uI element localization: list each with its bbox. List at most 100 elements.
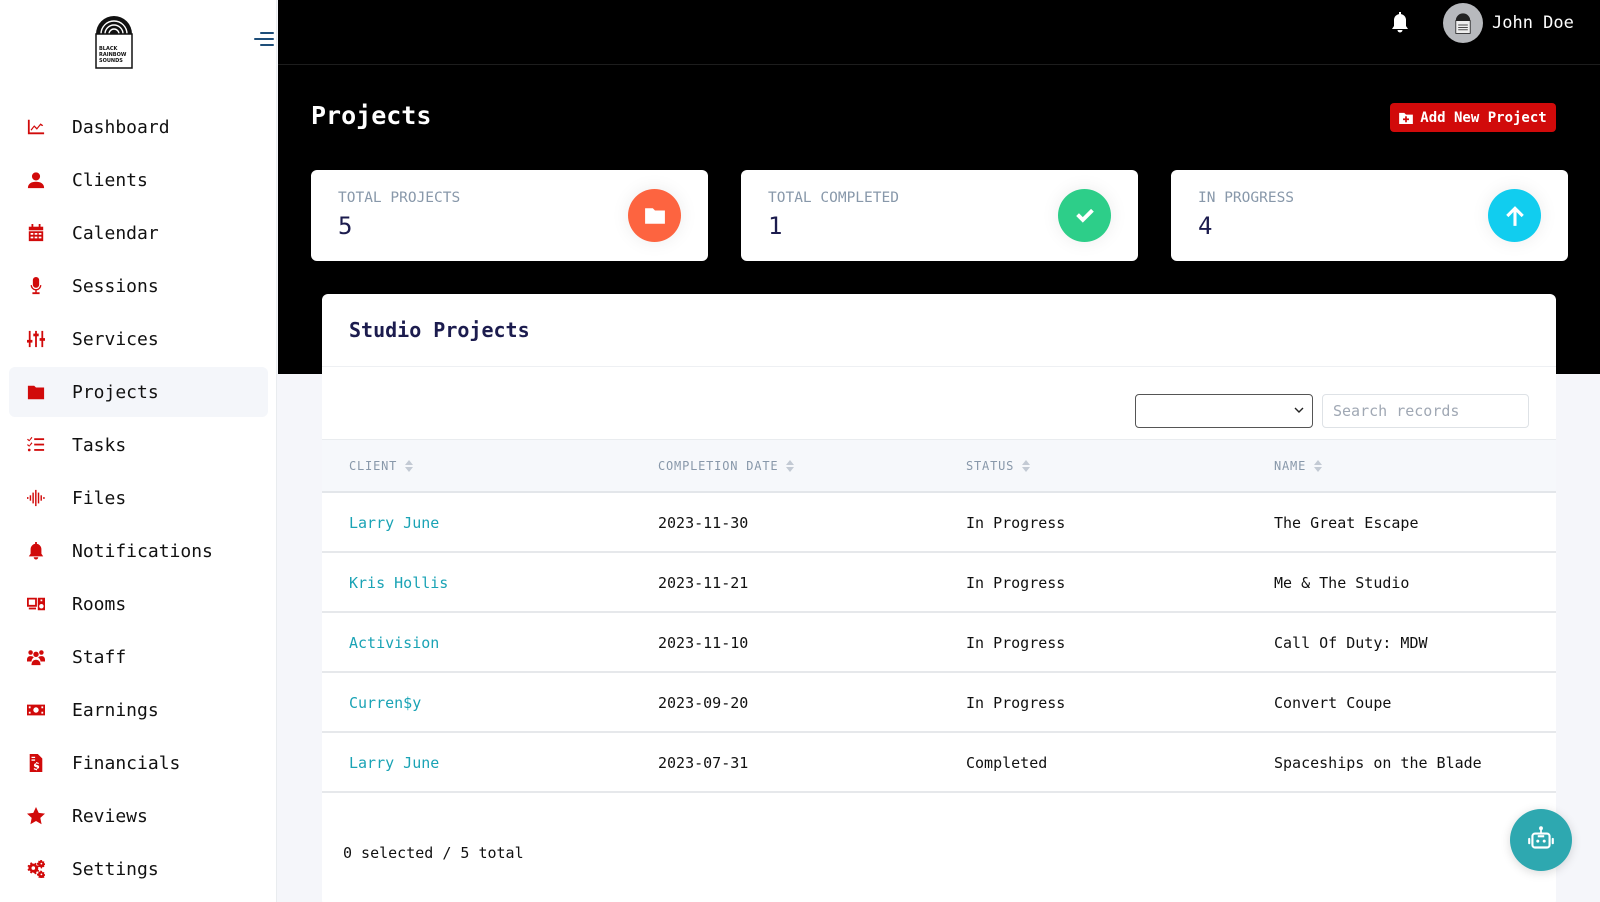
sidebar-item-label: Notifications (72, 540, 213, 562)
table-row[interactable]: Larry June 2023-07-31 Completed Spaceshi… (322, 733, 1556, 793)
stat-value: 1 (768, 212, 783, 240)
status-cell: Completed (966, 754, 1048, 772)
client-link[interactable]: Activision (349, 634, 439, 652)
checklist-icon (26, 435, 46, 455)
logo-line: SOUNDS (99, 58, 123, 64)
stat-card-in-progress: IN PROGRESS 4 (1171, 170, 1568, 261)
table-row[interactable]: Kris Hollis 2023-11-21 In Progress Me & … (322, 553, 1556, 613)
project-name-cell: Spaceships on the Blade (1274, 754, 1482, 772)
stat-label: IN PROGRESS (1198, 190, 1295, 206)
table-row[interactable]: Activision 2023-11-10 In Progress Call O… (322, 613, 1556, 673)
sidebar-item-notifications[interactable]: Notifications (9, 526, 268, 576)
sort-icon (1314, 460, 1323, 472)
bell-icon (26, 541, 46, 561)
arrow-up-icon (1488, 189, 1541, 242)
sidebar-item-label: Dashboard (72, 116, 170, 138)
add-new-project-button[interactable]: Add New Project (1390, 103, 1556, 132)
stat-value: 5 (338, 212, 353, 240)
sidebar-item-label: Financials (72, 752, 181, 774)
column-header-label: COMPLETION DATE (658, 459, 779, 473)
folder-icon (26, 382, 46, 402)
client-link[interactable]: Kris Hollis (349, 574, 448, 592)
page-title: Projects (311, 101, 432, 130)
status-cell: In Progress (966, 514, 1066, 532)
sidebar-item-calendar[interactable]: Calendar (9, 208, 268, 258)
status-cell: In Progress (966, 694, 1066, 712)
client-link[interactable]: Curren$y (349, 694, 421, 712)
sidebar-item-label: Services (72, 328, 159, 350)
sidebar-item-services[interactable]: Services (9, 314, 268, 364)
stat-card-total-completed: TOTAL COMPLETED 1 (741, 170, 1138, 261)
sidebar: BLACK RAINBOW SOUNDS Dashboard Clients C… (0, 0, 277, 902)
column-header-label: STATUS (966, 459, 1015, 473)
completion-date-cell: 2023-11-21 (658, 574, 749, 592)
column-header-client[interactable]: CLIENT (349, 459, 414, 473)
table-header: CLIENT COMPLETION DATE STATUS NAME (322, 439, 1556, 493)
invoice-dollar-icon (26, 753, 46, 773)
sort-icon (405, 460, 414, 472)
add-new-project-label: Add New Project (1420, 109, 1547, 126)
studio-projects-card: Studio Projects CLIENT COMPLETION DATE S… (322, 294, 1556, 902)
folder-icon (628, 189, 681, 242)
card-divider (322, 366, 1556, 367)
completion-date-cell: 2023-11-10 (658, 634, 749, 652)
sidebar-item-label: Earnings (72, 699, 159, 721)
sidebar-item-financials[interactable]: Financials (9, 738, 268, 788)
users-icon (26, 647, 46, 667)
sidebar-item-files[interactable]: Files (9, 473, 268, 523)
project-name-cell: Me & The Studio (1274, 574, 1410, 592)
column-header-label: CLIENT (349, 459, 398, 473)
sidebar-item-clients[interactable]: Clients (9, 155, 268, 205)
waveform-icon (26, 488, 46, 508)
column-header-completion-date[interactable]: COMPLETION DATE (658, 459, 795, 473)
sidebar-item-staff[interactable]: Staff (9, 632, 268, 682)
notifications-bell-icon[interactable] (1390, 12, 1410, 34)
sidebar-item-label: Sessions (72, 275, 159, 297)
project-name-cell: The Great Escape (1274, 514, 1419, 532)
column-header-name[interactable]: NAME (1274, 459, 1323, 473)
stat-label: TOTAL PROJECTS (338, 190, 461, 206)
card-title: Studio Projects (349, 318, 530, 342)
assistant-bot-button[interactable] (1510, 809, 1572, 871)
client-link[interactable]: Larry June (349, 754, 439, 772)
user-name[interactable]: John Doe (1492, 13, 1574, 33)
rooms-icon (26, 594, 46, 614)
chevron-down-icon (1294, 407, 1304, 413)
table-row[interactable]: Larry June 2023-11-30 In Progress The Gr… (322, 493, 1556, 553)
folder-plus-icon (1399, 112, 1414, 124)
brand-logo[interactable]: BLACK RAINBOW SOUNDS (94, 10, 134, 70)
chart-line-icon (26, 117, 46, 137)
selection-count: 0 selected / 5 total (343, 844, 524, 862)
table-row[interactable]: Curren$y 2023-09-20 In Progress Convert … (322, 673, 1556, 733)
sidebar-item-label: Calendar (72, 222, 159, 244)
sidebar-item-rooms[interactable]: Rooms (9, 579, 268, 629)
status-cell: In Progress (966, 574, 1066, 592)
sidebar-toggle-icon[interactable] (254, 32, 276, 48)
sort-icon (1022, 460, 1031, 472)
header-divider (278, 64, 1600, 65)
check-icon (1058, 189, 1111, 242)
completion-date-cell: 2023-07-31 (658, 754, 749, 772)
sidebar-item-tasks[interactable]: Tasks (9, 420, 268, 470)
sidebar-item-earnings[interactable]: Earnings (9, 685, 268, 735)
column-header-status[interactable]: STATUS (966, 459, 1031, 473)
sidebar-item-reviews[interactable]: Reviews (9, 791, 268, 841)
sidebar-item-sessions[interactable]: Sessions (9, 261, 268, 311)
project-name-cell: Convert Coupe (1274, 694, 1392, 712)
microphone-icon (26, 276, 46, 296)
search-records-input[interactable] (1322, 394, 1529, 428)
sidebar-item-label: Reviews (72, 805, 148, 827)
sidebar-item-dashboard[interactable]: Dashboard (9, 102, 268, 152)
calendar-icon (26, 223, 46, 243)
user-avatar[interactable] (1443, 3, 1483, 43)
user-icon (26, 170, 46, 190)
sidebar-item-settings[interactable]: Settings (9, 844, 268, 894)
sidebar-item-projects[interactable]: Projects (9, 367, 268, 417)
stat-value: 4 (1198, 212, 1213, 240)
sidebar-nav: Dashboard Clients Calendar Sessions Serv… (0, 102, 277, 897)
sidebar-item-label: Tasks (72, 434, 127, 456)
filter-select[interactable] (1135, 394, 1313, 428)
completion-date-cell: 2023-09-20 (658, 694, 749, 712)
avatar-logo-icon (1455, 13, 1471, 34)
client-link[interactable]: Larry June (349, 514, 439, 532)
